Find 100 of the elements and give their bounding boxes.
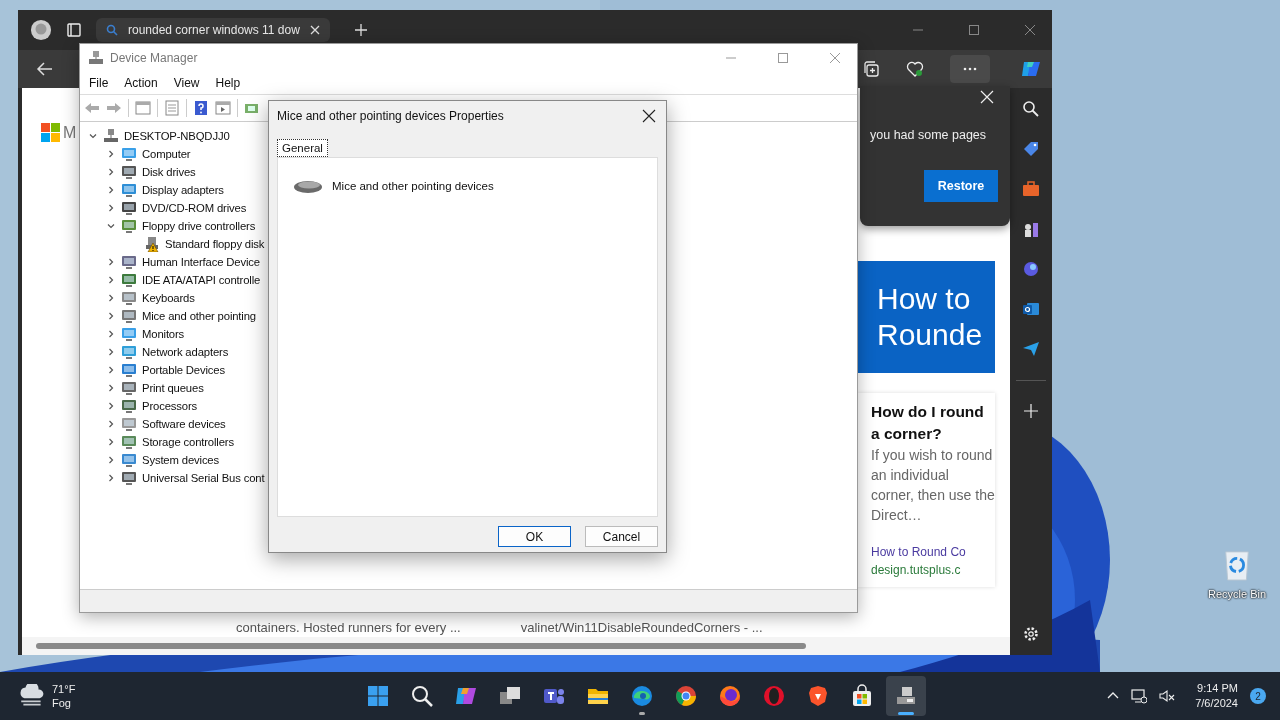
device-icon bbox=[121, 182, 137, 198]
round-logo-icon bbox=[674, 684, 698, 708]
device-icon bbox=[121, 308, 137, 324]
popup-message: you had some pages bbox=[870, 128, 987, 142]
clock[interactable]: 9:14 PM 7/6/2024 bbox=[1195, 681, 1238, 711]
tree-item[interactable]: System devices bbox=[142, 454, 219, 466]
expand-chevron-icon[interactable] bbox=[106, 167, 116, 177]
card-source: design.tutsplus.c bbox=[871, 563, 962, 577]
dialog-title: Mice and other pointing devices Properties bbox=[277, 109, 504, 123]
weather-widget[interactable]: 71°F Fog bbox=[0, 682, 358, 710]
send-icon[interactable] bbox=[1022, 340, 1040, 358]
expand-chevron-icon[interactable] bbox=[106, 437, 116, 447]
network-icon[interactable] bbox=[1131, 688, 1148, 704]
expand-chevron-icon[interactable] bbox=[106, 419, 116, 429]
muted-speaker-icon[interactable] bbox=[1159, 688, 1176, 704]
menu-item[interactable]: View bbox=[173, 76, 200, 90]
expand-chevron-icon[interactable] bbox=[106, 185, 116, 195]
expand-chevron-icon[interactable] bbox=[106, 149, 116, 159]
device-icon bbox=[121, 398, 137, 414]
tree-item[interactable]: Processors bbox=[142, 400, 197, 412]
tree-item[interactable]: DESKTOP-NBQDJJ0 bbox=[124, 130, 230, 142]
collapse-chevron-icon[interactable] bbox=[88, 131, 98, 141]
collapse-chevron-icon[interactable] bbox=[106, 221, 116, 231]
tree-item[interactable]: Mice and other pointing bbox=[142, 310, 256, 322]
expand-chevron-icon[interactable] bbox=[106, 257, 116, 267]
heart-pulse-icon[interactable] bbox=[906, 60, 924, 78]
notification-badge[interactable]: 2 bbox=[1250, 688, 1266, 704]
expand-chevron-icon[interactable] bbox=[106, 293, 116, 303]
tag-icon[interactable] bbox=[1022, 140, 1040, 158]
menu-item[interactable]: Help bbox=[215, 76, 241, 90]
tree-item[interactable]: Keyboards bbox=[142, 292, 195, 304]
banner-title: Rounde bbox=[877, 317, 984, 353]
expand-chevron-icon[interactable] bbox=[106, 347, 116, 357]
device-icon bbox=[121, 434, 137, 450]
device-icon bbox=[121, 272, 137, 288]
help-icon[interactable] bbox=[193, 100, 209, 116]
cloud-fog-icon bbox=[18, 684, 46, 708]
tree-item[interactable]: Software devices bbox=[142, 418, 226, 430]
tree-item[interactable]: Floppy drive controllers bbox=[142, 220, 256, 232]
expand-chevron-icon[interactable] bbox=[106, 455, 116, 465]
chess-pieces-icon[interactable] bbox=[1022, 220, 1040, 238]
tree-item[interactable]: Display adapters bbox=[142, 184, 224, 196]
logo-text: M bbox=[63, 124, 77, 142]
expand-chevron-icon[interactable] bbox=[106, 329, 116, 339]
tree-item[interactable]: Disk drives bbox=[142, 166, 196, 178]
close-icon[interactable] bbox=[642, 109, 656, 123]
card-snippet: If you wish to round an individual corner, then use the Direct… bbox=[871, 446, 995, 525]
menu-item[interactable]: Action bbox=[124, 76, 158, 90]
collections-icon[interactable] bbox=[862, 60, 880, 78]
expand-chevron-icon[interactable] bbox=[106, 365, 116, 375]
search-icon[interactable] bbox=[1022, 100, 1040, 118]
maximize-icon[interactable] bbox=[777, 52, 789, 64]
orb-icon[interactable] bbox=[1022, 260, 1040, 278]
mail-app-icon[interactable] bbox=[1022, 300, 1040, 318]
add-icon[interactable] bbox=[1023, 403, 1039, 419]
tree-item[interactable]: Human Interface Device bbox=[142, 256, 260, 268]
tab-actions-icon[interactable] bbox=[66, 22, 82, 38]
dialog-button[interactable]: OK bbox=[498, 526, 571, 547]
menu-item[interactable]: File bbox=[89, 76, 109, 90]
expand-chevron-icon[interactable] bbox=[106, 203, 116, 213]
restore-button[interactable]: Restore bbox=[924, 170, 998, 202]
maximize-icon[interactable] bbox=[968, 24, 980, 36]
tree-item[interactable]: IDE ATA/ATAPI controlle bbox=[142, 274, 261, 286]
horizontal-scrollbar[interactable] bbox=[22, 637, 1010, 655]
shopping-bag-icon bbox=[850, 684, 874, 708]
device-icon bbox=[121, 254, 137, 270]
result-snippet: valinet/Win11DisableRoundedCorners - ... bbox=[520, 620, 763, 635]
expand-chevron-icon[interactable] bbox=[106, 275, 116, 285]
tree-item[interactable]: DVD/CD-ROM drives bbox=[142, 202, 247, 214]
windows-logo-icon bbox=[366, 684, 390, 708]
back-arrow-icon[interactable] bbox=[36, 60, 54, 78]
device-icon bbox=[121, 380, 137, 396]
tree-item[interactable]: Computer bbox=[142, 148, 191, 160]
search-icon bbox=[410, 684, 434, 708]
tree-item[interactable]: Storage controllers bbox=[142, 436, 234, 448]
dialog-tab[interactable]: General bbox=[277, 139, 328, 157]
article-banner[interactable]: How to Rounde bbox=[857, 261, 995, 373]
settings-icon[interactable] bbox=[1022, 625, 1040, 643]
toolbox-icon[interactable] bbox=[1022, 180, 1040, 198]
expand-chevron-icon[interactable] bbox=[106, 383, 116, 393]
device-icon bbox=[121, 200, 137, 216]
wave-globe-icon bbox=[630, 684, 654, 708]
browser-tab[interactable]: rounded corner windows 11 dow bbox=[96, 18, 330, 42]
recycle-bin-icon[interactable] bbox=[1222, 548, 1252, 582]
card-link[interactable]: How to Round Co bbox=[871, 545, 995, 559]
tree-item[interactable]: Universal Serial Bus cont bbox=[142, 472, 265, 484]
expand-chevron-icon[interactable] bbox=[106, 311, 116, 321]
ring-icon bbox=[762, 684, 786, 708]
tree-item[interactable]: Monitors bbox=[142, 328, 185, 340]
expand-chevron-icon[interactable] bbox=[106, 473, 116, 483]
run-pane-icon[interactable] bbox=[215, 100, 231, 116]
taskbar-app-button[interactable] bbox=[886, 676, 926, 716]
tree-item[interactable]: Network adapters bbox=[142, 346, 229, 358]
new-tab-icon[interactable] bbox=[353, 23, 368, 37]
expand-chevron-icon[interactable] bbox=[106, 401, 116, 411]
tree-item[interactable]: Standard floppy disk bbox=[165, 238, 265, 250]
tree-item[interactable]: Portable Devices bbox=[142, 364, 225, 376]
profile-avatar-icon[interactable] bbox=[30, 19, 52, 41]
dialog-button[interactable]: Cancel bbox=[585, 526, 658, 547]
tree-item[interactable]: Print queues bbox=[142, 382, 204, 394]
